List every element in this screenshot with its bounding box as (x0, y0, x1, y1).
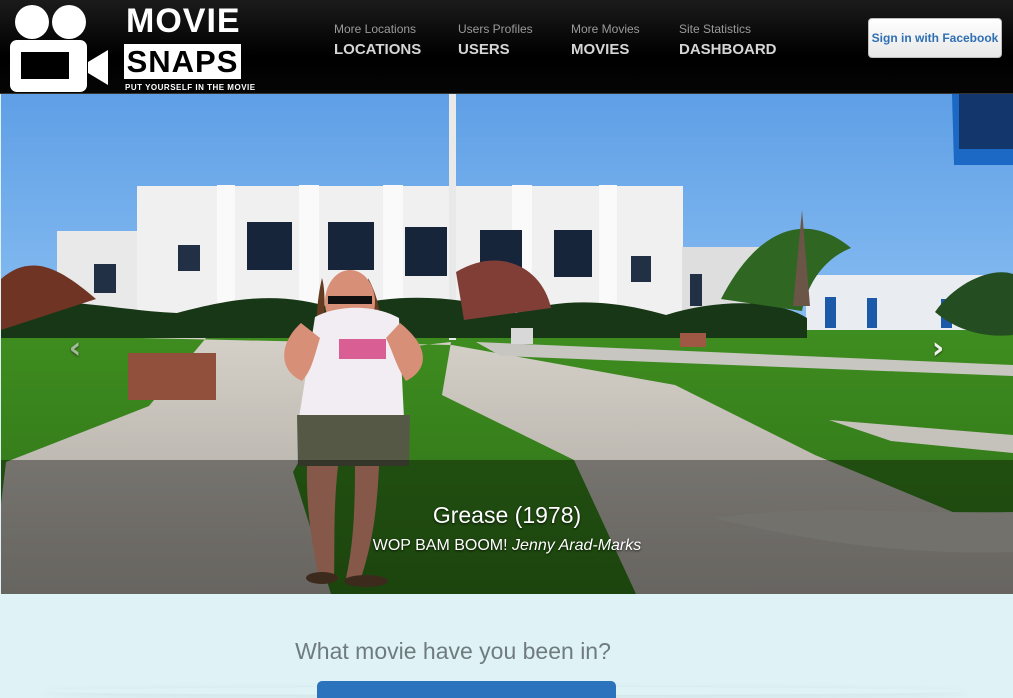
movie-question-heading: What movie have you been in? (295, 638, 611, 664)
featured-photo-carousel[interactable]: Grease (1978) WOP BAM BOOM! Jenny Arad-M… (1, 94, 1013, 594)
chevron-left-icon[interactable]: ‹ (60, 332, 90, 366)
carousel-quote: WOP BAM BOOM! (372, 537, 508, 554)
top-navbar: MOVIE SNAPS PUT YOURSELF IN THE MOVIE Mo… (0, 0, 1013, 94)
add-movie-snap-button[interactable] (317, 681, 616, 698)
movie-snaps-logo[interactable]: MOVIE SNAPS PUT YOURSELF IN THE MOVIE (8, 2, 255, 93)
nav-locations-caption: More Locations (334, 22, 417, 36)
nav-users[interactable]: Users Profiles USERS (458, 22, 533, 62)
nav-dashboard-caption: Site Statistics (679, 22, 752, 36)
facebook-sign-in-button[interactable]: Sign in with Facebook (868, 18, 1002, 58)
carousel-quote-line: WOP BAM BOOM! Jenny Arad-Marks (1, 536, 1013, 556)
movie-snaps-page: MOVIE SNAPS PUT YOURSELF IN THE MOVIE Mo… (0, 0, 1013, 698)
nav-users-caption: Users Profiles (458, 22, 533, 36)
carousel-author: Jenny Arad-Marks (512, 537, 642, 554)
nav-locations[interactable]: More Locations LOCATIONS (334, 22, 421, 62)
nav-movies-caption: More Movies (571, 22, 640, 36)
nav-locations-label: LOCATIONS (334, 41, 422, 58)
nav-users-label: USERS (458, 41, 510, 58)
chevron-right-icon[interactable]: › (923, 332, 953, 366)
carousel-movie-title: Grease (1978) (432, 502, 582, 528)
logo-snaps-word: SNAPS (124, 44, 241, 79)
movie-question-section: What movie have you been in? (0, 594, 1013, 698)
logo-wordmark: MOVIE SNAPS PUT YOURSELF IN THE MOVIE (124, 2, 255, 93)
nav-movies[interactable]: More Movies MOVIES (571, 22, 640, 62)
nav-dashboard[interactable]: Site Statistics DASHBOARD (679, 22, 777, 62)
logo-tagline: PUT YOURSELF IN THE MOVIE (125, 83, 256, 92)
nav-dashboard-label: DASHBOARD (679, 41, 777, 58)
logo-movie-word: MOVIE (126, 2, 241, 40)
film-camera-icon (10, 5, 108, 92)
nav-movies-label: MOVIES (571, 41, 630, 58)
